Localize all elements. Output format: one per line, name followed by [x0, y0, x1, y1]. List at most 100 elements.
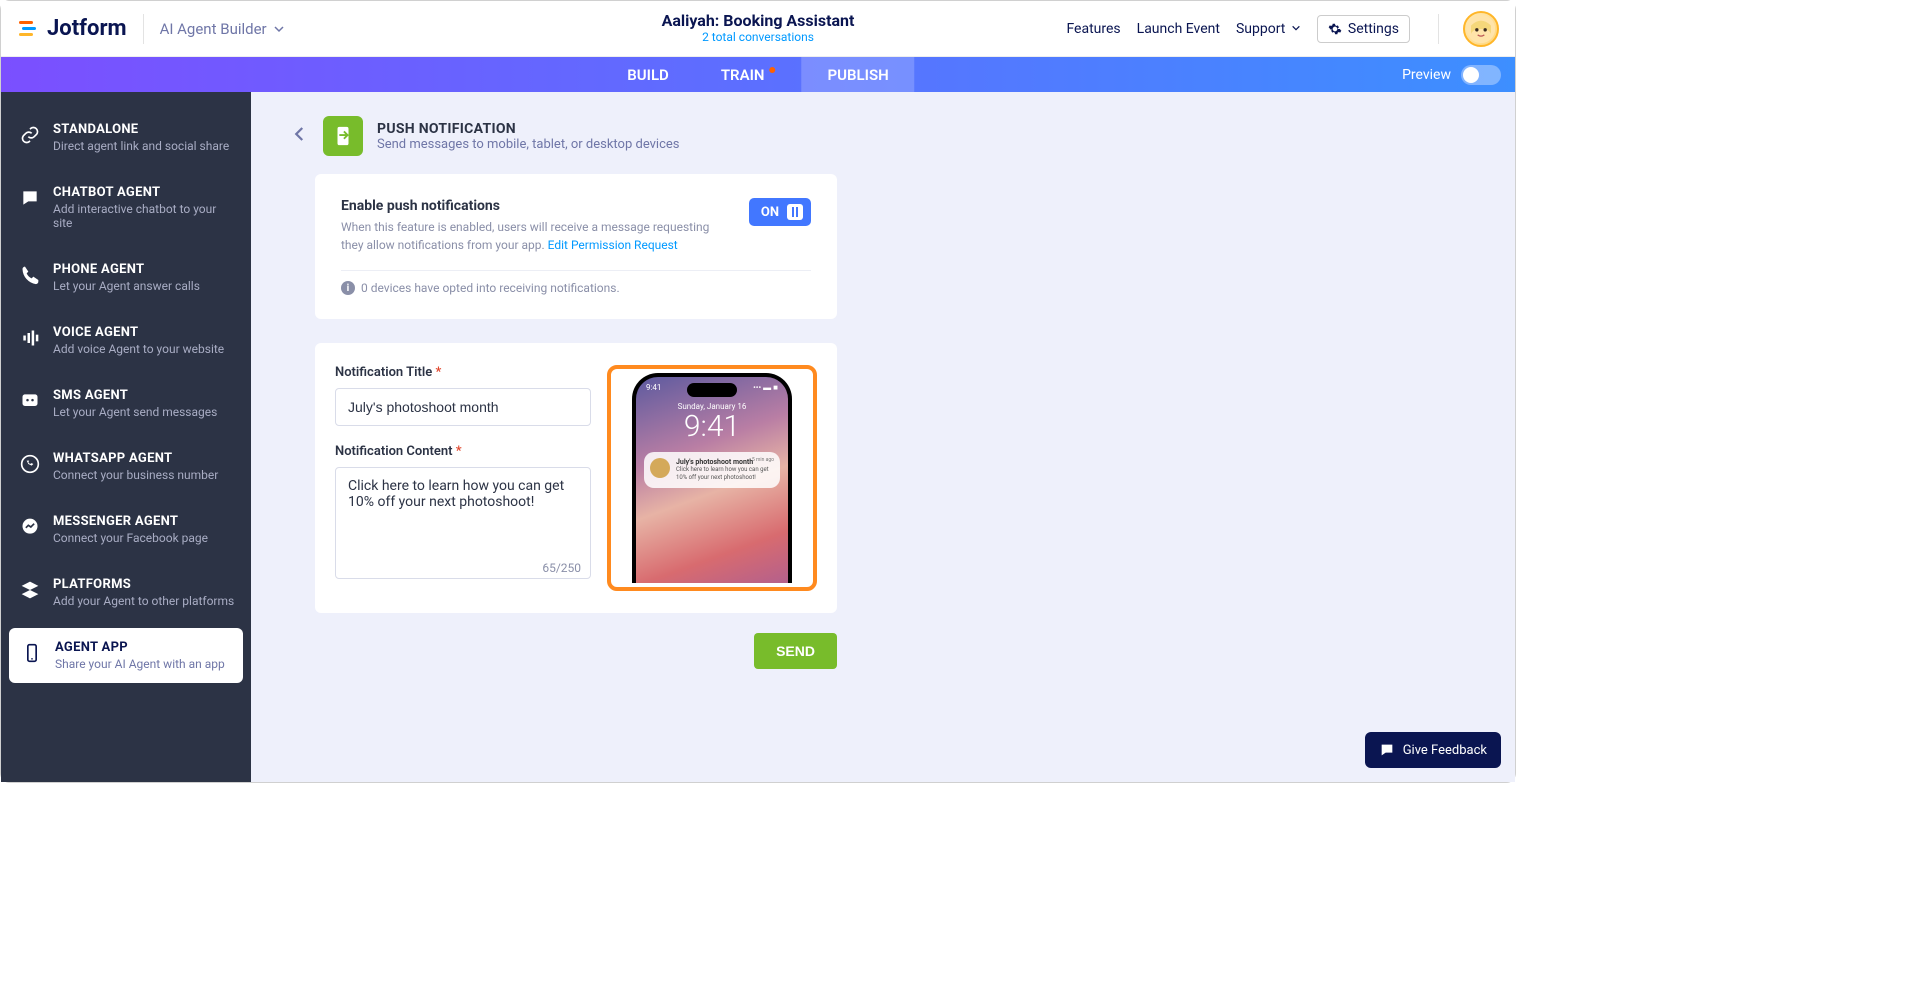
sidebar-title: MESSENGER AGENT [53, 514, 208, 529]
main: STANDALONEDirect agent link and social s… [1, 92, 1515, 782]
push-badge-icon [323, 116, 363, 156]
app-icon [21, 642, 43, 664]
chat-icon [19, 187, 41, 209]
notif-avatar-icon [650, 458, 670, 478]
phone-notification: July's photoshoot month Click here to le… [644, 452, 780, 488]
sidebar-desc: Let your Agent answer calls [53, 279, 200, 293]
tab-publish[interactable]: PUBLISH [802, 57, 915, 92]
top-header: Jotform AI Agent Builder Aaliyah: Bookin… [1, 1, 1515, 57]
tab-build[interactable]: BUILD [601, 57, 695, 92]
chat-bubble-icon [1379, 742, 1395, 758]
tabs: BUILD TRAIN PUBLISH [601, 57, 914, 92]
divider [341, 270, 811, 271]
preview-toggle[interactable] [1461, 65, 1501, 85]
sidebar-desc: Share your AI Agent with an app [55, 657, 225, 671]
preview-toggle-wrap: Preview [1402, 57, 1515, 92]
header-center: Aaliyah: Booking Assistant 2 total conve… [662, 11, 855, 44]
optin-info: i 0 devices have opted into receiving no… [341, 281, 811, 295]
logo-mark-icon [17, 17, 41, 41]
sidebar-desc: Connect your business number [53, 468, 218, 482]
notif-ago: 5 min ago [752, 457, 774, 463]
sidebar-item-platforms[interactable]: PLATFORMS Add your Agent to other platfor… [1, 565, 251, 620]
compose-card: Notification Title * Notification Conten… [315, 343, 837, 613]
page-header: PUSH NOTIFICATION Send messages to mobil… [291, 116, 1515, 156]
sidebar-desc: Connect your Facebook page [53, 531, 208, 545]
launch-link[interactable]: Launch Event [1137, 21, 1220, 37]
tab-train[interactable]: TRAIN [695, 57, 802, 92]
logo[interactable]: Jotform [17, 16, 127, 41]
chevron-down-icon [1291, 23, 1301, 33]
sidebar-item-whatsapp[interactable]: WHATSAPP AGENT Connect your business numb… [1, 439, 251, 494]
breadcrumb-text: AI Agent Builder [160, 20, 267, 38]
phone-frame: 9:41 ••• ▬ ■ Sunday, January 16 9:41 Jul… [632, 373, 792, 583]
info-icon: i [341, 281, 355, 295]
enable-card: Enable push notifications When this feat… [315, 174, 837, 319]
sidebar-item-standalone[interactable]: STANDALONEDirect agent link and social s… [1, 110, 251, 165]
phone-push-icon [332, 125, 354, 147]
title-label: Notification Title * [335, 365, 591, 380]
gear-icon [1328, 22, 1342, 36]
notif-content: Click here to learn how you can get 10% … [676, 466, 774, 482]
brand-text: Jotform [47, 16, 127, 41]
sidebar-item-messenger[interactable]: MESSENGER AGENT Connect your Facebook pag… [1, 502, 251, 557]
avatar[interactable] [1463, 11, 1499, 47]
sidebar-desc: Let your Agent send messages [53, 405, 217, 419]
phone-status-icons: ••• ▬ ■ [753, 383, 778, 392]
phone-preview: 9:41 ••• ▬ ■ Sunday, January 16 9:41 Jul… [607, 365, 817, 591]
sidebar-title: WHATSAPP AGENT [53, 451, 218, 466]
preview-label: Preview [1402, 67, 1451, 83]
sidebar-title: AGENT APP [55, 640, 225, 655]
enable-title: Enable push notifications [341, 198, 711, 214]
enable-desc: When this feature is enabled, users will… [341, 218, 711, 254]
sidebar: STANDALONEDirect agent link and social s… [1, 92, 251, 782]
sidebar-item-sms[interactable]: SMS AGENT Let your Agent send messages [1, 376, 251, 431]
header-right: Features Launch Event Support Settings [1066, 11, 1499, 47]
sidebar-title: PLATFORMS [53, 577, 234, 592]
settings-label: Settings [1348, 21, 1399, 37]
settings-button[interactable]: Settings [1317, 15, 1410, 43]
sidebar-item-chatbot[interactable]: CHATBOT AGENT Add interactive chatbot to … [1, 173, 251, 242]
sidebar-desc: Add your Agent to other platforms [53, 594, 234, 608]
enable-toggle[interactable]: ON [749, 198, 811, 226]
agent-subtitle[interactable]: 2 total conversations [662, 30, 855, 44]
phone-clock: 9:41 [636, 409, 788, 444]
toggle-state: ON [761, 205, 779, 220]
sidebar-title: STANDALONE [53, 122, 229, 137]
content-area: PUSH NOTIFICATION Send messages to mobil… [251, 92, 1515, 782]
feedback-label: Give Feedback [1403, 743, 1487, 758]
phone-icon [19, 264, 41, 286]
divider [1438, 14, 1439, 44]
required-mark: * [456, 444, 462, 459]
avatar-face-icon [1466, 14, 1496, 44]
chevron-down-icon [273, 23, 285, 35]
sidebar-item-agent-app[interactable]: AGENT APP Share your AI Agent with an app [9, 628, 243, 683]
chevron-left-icon [291, 125, 309, 143]
sidebar-title: PHONE AGENT [53, 262, 200, 277]
page-title: PUSH NOTIFICATION [377, 121, 680, 137]
support-label: Support [1236, 21, 1285, 37]
content-label-text: Notification Content [335, 444, 453, 459]
platforms-icon [19, 579, 41, 601]
optin-text: 0 devices have opted into receiving noti… [361, 281, 620, 295]
notification-title-input[interactable] [335, 388, 591, 426]
support-link[interactable]: Support [1236, 21, 1301, 37]
char-counter: 65/250 [542, 561, 581, 575]
form-column: Notification Title * Notification Conten… [335, 365, 591, 591]
phone-notch [687, 383, 737, 397]
sidebar-title: CHATBOT AGENT [53, 185, 235, 200]
back-button[interactable] [291, 125, 309, 147]
sidebar-title: VOICE AGENT [53, 325, 224, 340]
toggle-knob [787, 204, 803, 220]
sidebar-desc: Add interactive chatbot to your site [53, 202, 235, 230]
content-label: Notification Content * [335, 444, 591, 459]
divider [143, 14, 144, 44]
sidebar-item-voice[interactable]: VOICE AGENTAdd voice Agent to your websi… [1, 313, 251, 368]
edit-permission-link[interactable]: Edit Permission Request [548, 238, 678, 252]
send-button[interactable]: SEND [754, 633, 837, 669]
sidebar-item-phone[interactable]: PHONE AGENT Let your Agent answer calls [1, 250, 251, 305]
feedback-button[interactable]: Give Feedback [1365, 732, 1501, 768]
tab-bar: BUILD TRAIN PUBLISH Preview [1, 57, 1515, 92]
features-link[interactable]: Features [1066, 21, 1120, 37]
sidebar-title: SMS AGENT [53, 388, 217, 403]
breadcrumb[interactable]: AI Agent Builder [160, 20, 285, 38]
